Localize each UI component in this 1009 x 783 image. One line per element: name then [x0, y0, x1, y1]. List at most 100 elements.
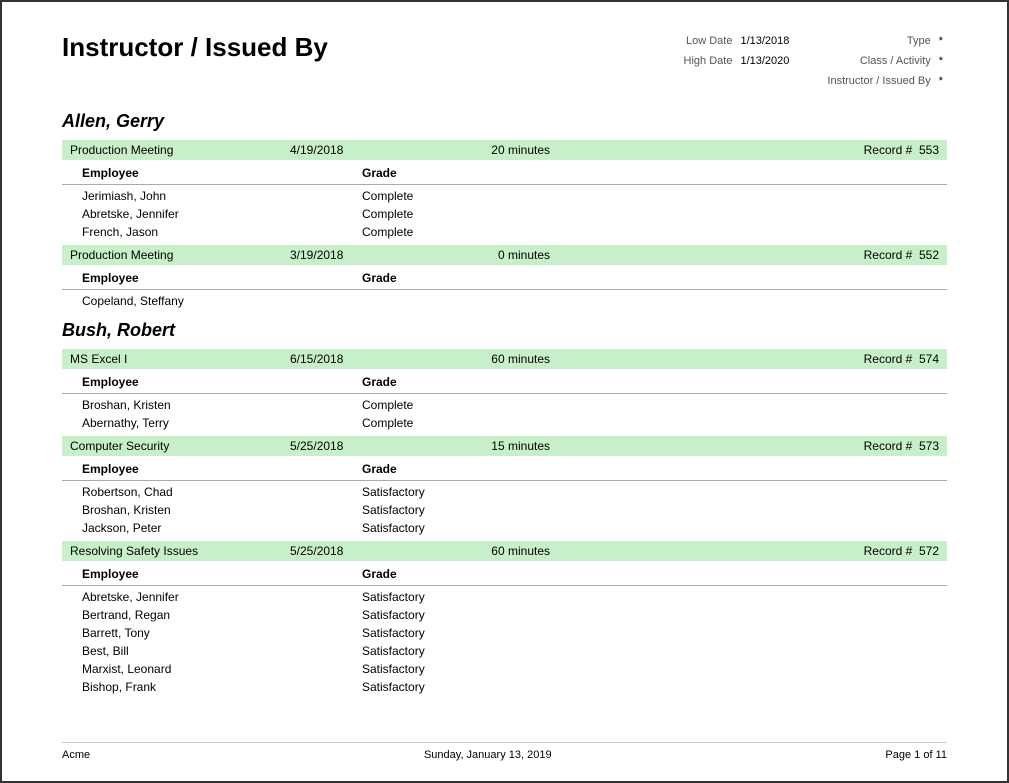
- employee-row-1-2-4: Marxist, Leonard Satisfactory: [62, 660, 947, 678]
- employee-row-1-2-3: Best, Bill Satisfactory: [62, 642, 947, 660]
- session-record: Record # 574: [864, 352, 939, 366]
- employee-name: Abretske, Jennifer: [82, 590, 362, 604]
- employee-col-header: Employee: [82, 462, 362, 476]
- employee-grade: Satisfactory: [362, 521, 562, 535]
- session-block-0-0: Production Meeting 4/19/2018 20 minutes …: [62, 140, 947, 241]
- session-row-0-1: Production Meeting 3/19/2018 0 minutes R…: [62, 245, 947, 265]
- employee-row-1-2-0: Abretske, Jennifer Satisfactory: [62, 588, 947, 606]
- employee-grade: [362, 294, 562, 308]
- grade-col-header: Grade: [362, 166, 562, 180]
- employee-header-0-1: Employee Grade: [62, 267, 947, 290]
- report-footer: Acme Sunday, January 13, 2019 Page 1 of …: [62, 742, 947, 761]
- employee-header-0-0: Employee Grade: [62, 162, 947, 185]
- type-label: Type: [823, 32, 934, 52]
- footer-date: Sunday, January 13, 2019: [424, 749, 552, 761]
- session-duration: 15 minutes: [370, 439, 550, 453]
- session-block-1-1: Computer Security 5/25/2018 15 minutes R…: [62, 436, 947, 537]
- employee-name: Jerimiash, John: [82, 189, 362, 203]
- employee-name: Best, Bill: [82, 644, 362, 658]
- employee-row-1-2-1: Bertrand, Regan Satisfactory: [62, 606, 947, 624]
- report-page: Instructor / Issued By Low Date 1/13/201…: [0, 0, 1009, 783]
- employee-col-header: Employee: [82, 567, 362, 581]
- instructor-label: Instructor / Issued By: [823, 72, 934, 92]
- employee-grade: Satisfactory: [362, 626, 562, 640]
- instructor-name-1: Bush, Robert: [62, 320, 947, 341]
- session-date: 3/19/2018: [290, 248, 370, 262]
- employee-row-1-2-5: Bishop, Frank Satisfactory: [62, 678, 947, 696]
- high-date-value: 1/13/2020: [736, 52, 793, 72]
- employee-row-1-2-2: Barrett, Tony Satisfactory: [62, 624, 947, 642]
- session-duration: 60 minutes: [370, 544, 550, 558]
- employee-grade: Satisfactory: [362, 644, 562, 658]
- employee-header-1-1: Employee Grade: [62, 458, 947, 481]
- session-name: Computer Security: [70, 439, 290, 453]
- instructor-value: *: [935, 72, 947, 92]
- employee-row-0-0-0: Jerimiash, John Complete: [62, 187, 947, 205]
- session-name: MS Excel I: [70, 352, 290, 366]
- employee-name: Broshan, Kristen: [82, 503, 362, 517]
- session-block-1-0: MS Excel I 6/15/2018 60 minutes Record #…: [62, 349, 947, 432]
- employee-row-0-0-2: French, Jason Complete: [62, 223, 947, 241]
- session-date: 4/19/2018: [290, 143, 370, 157]
- employee-grade: Satisfactory: [362, 485, 562, 499]
- employee-row-1-0-1: Abernathy, Terry Complete: [62, 414, 947, 432]
- report-filters: Low Date 1/13/2018 Type * High Date 1/13…: [680, 32, 947, 91]
- employee-name: Jackson, Peter: [82, 521, 362, 535]
- employee-grade: Satisfactory: [362, 662, 562, 676]
- employee-grade: Complete: [362, 189, 562, 203]
- employee-grade: Satisfactory: [362, 590, 562, 604]
- session-block-1-2: Resolving Safety Issues 5/25/2018 60 min…: [62, 541, 947, 696]
- report-title: Instructor / Issued By: [62, 32, 328, 63]
- high-date-label: High Date: [680, 52, 737, 72]
- report-header: Instructor / Issued By Low Date 1/13/201…: [62, 32, 947, 91]
- session-date: 6/15/2018: [290, 352, 370, 366]
- employee-name: Bishop, Frank: [82, 680, 362, 694]
- employee-name: Broshan, Kristen: [82, 398, 362, 412]
- employee-grade: Satisfactory: [362, 503, 562, 517]
- employee-row-1-1-1: Broshan, Kristen Satisfactory: [62, 501, 947, 519]
- employee-grade: Satisfactory: [362, 680, 562, 694]
- employee-grade: Complete: [362, 207, 562, 221]
- session-name: Production Meeting: [70, 143, 290, 157]
- employee-header-1-0: Employee Grade: [62, 371, 947, 394]
- employee-row-1-1-0: Robertson, Chad Satisfactory: [62, 483, 947, 501]
- footer-page: Page 1 of 11: [885, 749, 947, 761]
- employee-col-header: Employee: [82, 166, 362, 180]
- class-label: Class / Activity: [823, 52, 934, 72]
- session-block-0-1: Production Meeting 3/19/2018 0 minutes R…: [62, 245, 947, 310]
- employee-grade: Complete: [362, 398, 562, 412]
- instructor-name-0: Allen, Gerry: [62, 111, 947, 132]
- employee-col-header: Employee: [82, 375, 362, 389]
- session-row-0-0: Production Meeting 4/19/2018 20 minutes …: [62, 140, 947, 160]
- grade-col-header: Grade: [362, 567, 562, 581]
- employee-name: Barrett, Tony: [82, 626, 362, 640]
- session-row-1-2: Resolving Safety Issues 5/25/2018 60 min…: [62, 541, 947, 561]
- class-value: *: [935, 52, 947, 72]
- session-name: Production Meeting: [70, 248, 290, 262]
- employee-col-header: Employee: [82, 271, 362, 285]
- employee-grade: Complete: [362, 225, 562, 239]
- low-date-label: Low Date: [680, 32, 737, 52]
- employee-name: Bertrand, Regan: [82, 608, 362, 622]
- session-duration: 20 minutes: [370, 143, 550, 157]
- grade-col-header: Grade: [362, 462, 562, 476]
- employee-name: Robertson, Chad: [82, 485, 362, 499]
- session-duration: 60 minutes: [370, 352, 550, 366]
- employee-grade: Satisfactory: [362, 608, 562, 622]
- session-record: Record # 552: [864, 248, 939, 262]
- employee-name: Abernathy, Terry: [82, 416, 362, 430]
- employee-row-0-0-1: Abretske, Jennifer Complete: [62, 205, 947, 223]
- session-date: 5/25/2018: [290, 439, 370, 453]
- session-row-1-0: MS Excel I 6/15/2018 60 minutes Record #…: [62, 349, 947, 369]
- employee-row-0-1-0: Copeland, Steffany: [62, 292, 947, 310]
- low-date-value: 1/13/2018: [736, 32, 793, 52]
- session-date: 5/25/2018: [290, 544, 370, 558]
- session-record: Record # 572: [864, 544, 939, 558]
- session-row-1-1: Computer Security 5/25/2018 15 minutes R…: [62, 436, 947, 456]
- grade-col-header: Grade: [362, 375, 562, 389]
- employee-header-1-2: Employee Grade: [62, 563, 947, 586]
- session-duration: 0 minutes: [370, 248, 550, 262]
- session-record: Record # 573: [864, 439, 939, 453]
- employee-grade: Complete: [362, 416, 562, 430]
- employee-name: Marxist, Leonard: [82, 662, 362, 676]
